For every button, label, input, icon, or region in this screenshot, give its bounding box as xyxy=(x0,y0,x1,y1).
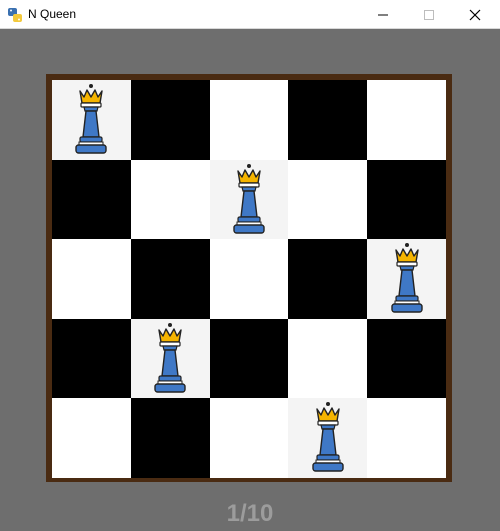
board-square-r1-c2[interactable] xyxy=(209,159,289,243)
board-square-r3-c1[interactable] xyxy=(130,318,210,402)
chess-board[interactable] xyxy=(52,80,446,478)
minimize-icon xyxy=(378,14,388,16)
board-frame xyxy=(46,74,452,482)
queen-icon xyxy=(308,400,348,481)
queen-icon xyxy=(150,321,190,402)
close-button[interactable] xyxy=(452,0,498,29)
board-square-r4-c1[interactable] xyxy=(130,398,210,478)
close-icon xyxy=(469,9,481,21)
title-bar[interactable]: N Queen xyxy=(0,0,500,29)
queen-icon xyxy=(387,241,427,322)
board-square-r1-c4[interactable] xyxy=(367,159,446,240)
minimize-button[interactable] xyxy=(360,0,406,29)
solution-counter: 1/10 xyxy=(226,500,274,527)
board-square-r3-c4[interactable] xyxy=(367,318,446,399)
maximize-button[interactable] xyxy=(406,0,452,29)
maximize-icon xyxy=(424,10,434,20)
board-square-r1-c0[interactable] xyxy=(52,159,131,240)
board-square-r4-c3[interactable] xyxy=(288,398,368,481)
board-square-r1-c3[interactable] xyxy=(288,159,368,240)
board-square-r2-c2[interactable] xyxy=(209,239,289,319)
board-square-r4-c2[interactable] xyxy=(209,398,289,478)
board-square-r4-c4[interactable] xyxy=(367,398,446,478)
board-square-r1-c1[interactable] xyxy=(130,159,210,240)
board-square-r3-c0[interactable] xyxy=(52,318,131,399)
board-square-r3-c3[interactable] xyxy=(288,318,368,399)
board-square-r3-c2[interactable] xyxy=(209,318,289,399)
window-title: N Queen xyxy=(28,7,77,21)
board-square-r0-c4[interactable] xyxy=(367,80,446,160)
board-square-r0-c2[interactable] xyxy=(209,80,289,160)
board-square-r2-c0[interactable] xyxy=(52,239,131,319)
queen-icon xyxy=(229,162,269,243)
board-square-r0-c1[interactable] xyxy=(130,80,210,160)
board-square-r4-c0[interactable] xyxy=(52,398,131,478)
board-square-r2-c4[interactable] xyxy=(367,239,446,319)
python-icon xyxy=(7,7,23,23)
board-square-r2-c3[interactable] xyxy=(288,239,368,319)
board-square-r0-c3[interactable] xyxy=(288,80,368,160)
board-square-r2-c1[interactable] xyxy=(130,239,210,319)
board-square-r0-c0[interactable] xyxy=(52,80,131,160)
queen-icon xyxy=(71,82,111,163)
